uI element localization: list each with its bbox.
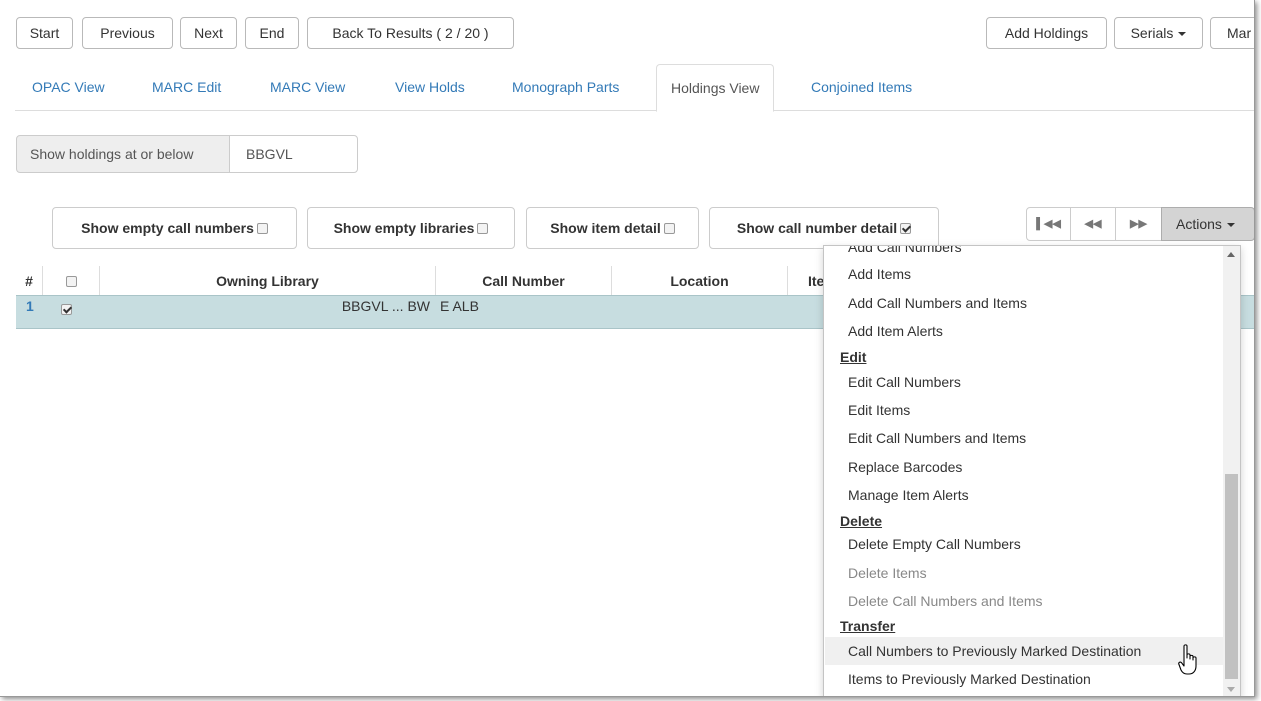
menu-header-transfer: Transfer	[840, 618, 896, 634]
actions-dropdown-menu: Add Call Numbers Add Items Add Call Numb…	[823, 245, 1241, 696]
serials-dropdown-button[interactable]: Serials	[1114, 17, 1203, 49]
header-location[interactable]: Location	[612, 266, 788, 295]
show-empty-call-numbers-checkbox[interactable]	[256, 223, 268, 234]
serials-label: Serials	[1130, 25, 1174, 41]
menu-item-edit-call-numbers-and-items[interactable]: Edit Call Numbers and Items	[825, 424, 1237, 452]
holdings-org-selector: Show holdings at or below BBGVL	[16, 135, 358, 173]
menu-item-add-call-numbers-and-items[interactable]: Add Call Numbers and Items	[825, 289, 1237, 317]
show-empty-call-numbers-toggle[interactable]: Show empty call numbers	[52, 207, 297, 249]
row-select-checkbox-cell	[61, 299, 72, 331]
show-call-number-detail-checkbox[interactable]	[900, 223, 912, 234]
start-button[interactable]: Start	[16, 17, 73, 49]
show-call-number-detail-label: Show call number detail	[736, 220, 898, 236]
chevron-down-icon	[1226, 223, 1235, 228]
next-page-icon[interactable]: ▶▶	[1115, 207, 1162, 241]
record-tabs: OPAC View MARC Edit MARC View View Holds…	[15, 64, 1254, 112]
holdings-filter-label: Show holdings at or below	[16, 135, 230, 173]
row-owning-library: BBGVL ... BW	[341, 298, 430, 314]
row-index: 1	[26, 298, 34, 314]
menu-item-items-to-marked-destination[interactable]: Items to Previously Marked Destination	[825, 665, 1237, 693]
menu-item-delete-items[interactable]: Delete Items	[825, 559, 1237, 587]
menu-item-add-item-alerts[interactable]: Add Item Alerts	[825, 317, 1237, 345]
menu-scrollbar[interactable]	[1223, 246, 1240, 696]
show-item-detail-checkbox[interactable]	[663, 223, 675, 234]
menu-item-add-items[interactable]: Add Items	[825, 260, 1237, 288]
tab-marc-view[interactable]: MARC View	[270, 64, 345, 111]
select-all-checkbox[interactable]	[65, 276, 77, 287]
row-call-number: E ALB	[440, 298, 479, 314]
menu-item-call-numbers-to-marked-destination[interactable]: Call Numbers to Previously Marked Destin…	[825, 637, 1237, 665]
show-empty-call-numbers-label: Show empty call numbers	[81, 220, 254, 236]
header-owning-library[interactable]: Owning Library	[100, 266, 436, 295]
menu-item-edit-call-numbers[interactable]: Edit Call Numbers	[825, 368, 1237, 396]
actions-dropdown-button[interactable]: Actions	[1161, 207, 1254, 241]
end-button[interactable]: End	[245, 17, 299, 49]
scroll-up-icon[interactable]	[1227, 252, 1235, 257]
menu-item-delete-call-numbers-and-items[interactable]: Delete Call Numbers and Items	[825, 587, 1237, 615]
show-empty-libraries-label: Show empty libraries	[333, 220, 475, 236]
holdings-view-window: Start Previous Next End Back To Results …	[0, 0, 1255, 697]
scroll-down-icon[interactable]	[1227, 687, 1235, 692]
tab-holdings-view[interactable]: Holdings View	[656, 64, 775, 112]
show-item-detail-toggle[interactable]: Show item detail	[526, 207, 699, 249]
menu-item-add-call-numbers[interactable]: Add Call Numbers	[825, 246, 1237, 261]
show-call-number-detail-toggle[interactable]: Show call number detail	[709, 207, 939, 249]
scrollbar-thumb[interactable]	[1225, 474, 1238, 679]
mark-button[interactable]: Mar	[1210, 17, 1254, 49]
holdings-org-input[interactable]: BBGVL	[229, 135, 358, 173]
menu-item-manage-item-alerts[interactable]: Manage Item Alerts	[825, 481, 1237, 509]
tab-opac-view[interactable]: OPAC View	[32, 64, 105, 111]
prev-page-icon[interactable]: ◀◀	[1070, 207, 1116, 241]
menu-item-replace-barcodes[interactable]: Replace Barcodes	[825, 453, 1237, 481]
header-select-all	[43, 266, 100, 295]
tab-monograph-parts[interactable]: Monograph Parts	[512, 64, 619, 111]
show-empty-libraries-checkbox[interactable]	[477, 223, 489, 234]
back-to-results-button[interactable]: Back To Results ( 2 / 20 )	[307, 17, 514, 49]
menu-item-delete-empty-call-numbers[interactable]: Delete Empty Call Numbers	[825, 530, 1237, 558]
actions-label: Actions	[1176, 216, 1222, 232]
tab-marc-edit[interactable]: MARC Edit	[152, 64, 221, 111]
row-select-checkbox[interactable]	[61, 304, 72, 315]
add-holdings-button[interactable]: Add Holdings	[986, 17, 1107, 49]
menu-header-edit: Edit	[840, 349, 867, 365]
first-page-icon[interactable]: ▌◀◀	[1026, 207, 1071, 241]
show-empty-libraries-toggle[interactable]: Show empty libraries	[307, 207, 515, 249]
header-index: #	[16, 266, 43, 295]
hand-pointer-cursor-icon	[1178, 644, 1197, 675]
chevron-down-icon	[1178, 32, 1187, 37]
previous-button[interactable]: Previous	[82, 17, 173, 49]
tab-conjoined-items[interactable]: Conjoined Items	[811, 64, 912, 111]
menu-header-delete: Delete	[840, 513, 883, 529]
show-item-detail-label: Show item detail	[550, 220, 661, 236]
menu-item-edit-items[interactable]: Edit Items	[825, 396, 1237, 424]
next-button[interactable]: Next	[180, 17, 237, 49]
header-call-number[interactable]: Call Number	[436, 266, 612, 295]
tab-view-holds[interactable]: View Holds	[395, 64, 465, 111]
